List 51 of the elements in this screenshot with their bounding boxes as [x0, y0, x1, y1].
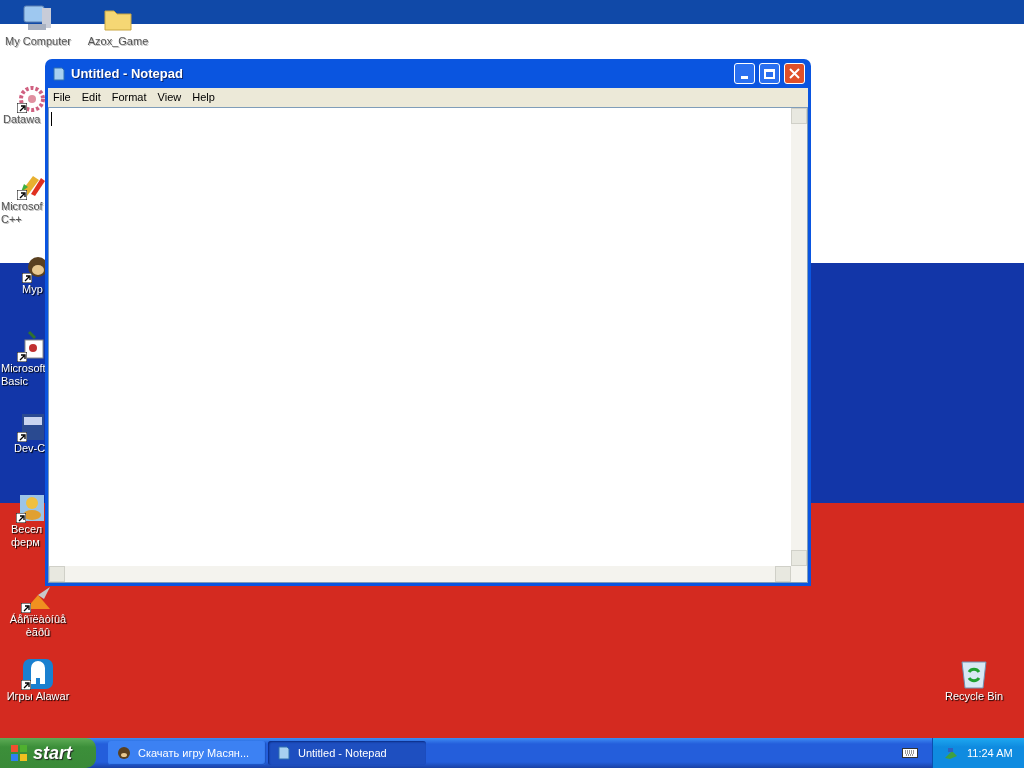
clock: 11:24 AM [967, 745, 1013, 761]
taskbar-button[interactable]: Untitled - Notepad [268, 741, 426, 765]
shortcut-arrow-icon [22, 273, 32, 283]
recycle-bin-icon [959, 658, 989, 690]
icon-label[interactable]: C++ [1, 213, 22, 226]
shortcut-arrow-icon [17, 190, 27, 200]
start-button[interactable]: start [0, 738, 96, 768]
menu-item[interactable]: Edit [77, 89, 105, 106]
icon-label[interactable]: Áåñïëàòíûå [9, 613, 67, 626]
duck-icon [18, 493, 44, 523]
notepad-icon [51, 65, 67, 82]
dev-icon [20, 412, 44, 442]
shortcut-arrow-icon [17, 352, 27, 362]
icon-label[interactable]: Весел [11, 523, 43, 536]
icon-label[interactable]: Microsof [1, 200, 43, 213]
menu-item[interactable]: File [49, 89, 75, 106]
menu-item[interactable]: Help [188, 89, 219, 106]
maximize-button[interactable] [759, 63, 780, 84]
icon-label[interactable]: Recycle Bin [944, 690, 1004, 703]
window-title: Untitled - Notepad [71, 64, 183, 83]
icon-label[interactable]: Microsoft [1, 362, 46, 375]
maximize-icon [764, 68, 775, 79]
icon-label[interactable]: Myp [22, 283, 43, 296]
icon-label[interactable]: Datawa [3, 113, 41, 126]
monkey-icon [116, 745, 132, 761]
windows-logo-icon [10, 744, 28, 762]
text-cursor [51, 112, 52, 126]
menu-item[interactable]: Format [107, 89, 151, 106]
shortcut-arrow-icon [17, 103, 27, 113]
shortcut-arrow-icon [17, 432, 27, 442]
horizontal-scrollbar[interactable] [49, 566, 791, 582]
shortcut-arrow-icon [21, 680, 31, 690]
icon-label[interactable]: èãðû [25, 626, 51, 639]
alawar-icon [22, 658, 54, 690]
close-icon [789, 68, 800, 79]
minimize-button[interactable] [734, 63, 755, 84]
icon-label[interactable]: Dev-C [14, 442, 46, 455]
close-button[interactable] [784, 63, 805, 84]
icon-label[interactable]: ферм [11, 536, 40, 549]
icon-label[interactable]: Игры Alawar [6, 690, 70, 703]
icon-label[interactable]: Azox_Game [87, 35, 149, 48]
notepad-icon [276, 745, 292, 761]
menu-item[interactable]: View [153, 89, 186, 106]
minimize-icon [741, 76, 748, 79]
shortcut-arrow-icon [16, 513, 26, 523]
flower-icon [18, 85, 46, 113]
icon-label[interactable]: Basic [1, 375, 28, 388]
taskbar-button[interactable]: Скачать игру Масян... [108, 741, 266, 765]
icon-label[interactable]: My Computer [5, 35, 71, 48]
shortcut-arrow-icon [21, 603, 31, 613]
keyboard-icon[interactable] [902, 747, 918, 759]
